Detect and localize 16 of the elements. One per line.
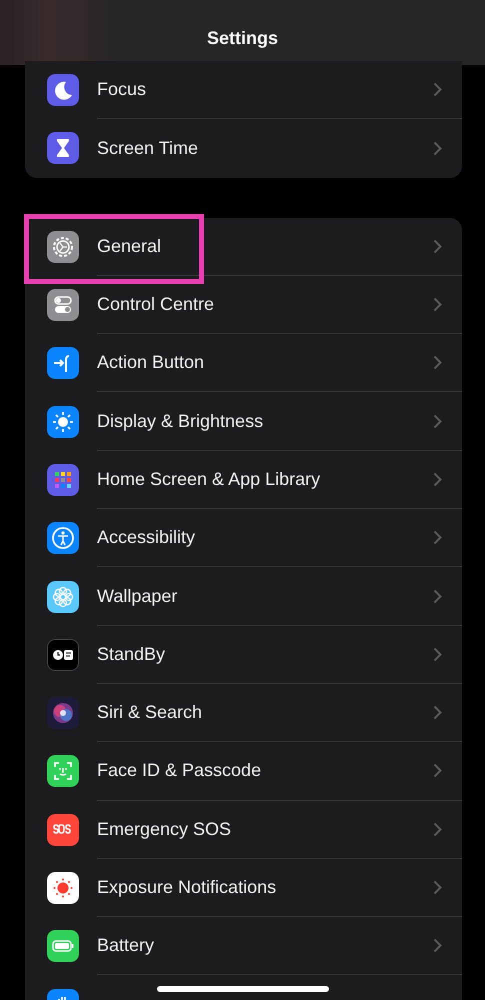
settings-item-label[interactable]: General <box>97 232 433 260</box>
settings-item-label[interactable]: Exposure Notifications <box>97 874 433 901</box>
settings-item-label[interactable]: Display & Brightness <box>97 408 433 435</box>
page-title: Settings <box>206 27 278 50</box>
settings-item-label[interactable]: Focus <box>97 76 433 104</box>
settings-item-label[interactable]: Battery <box>97 932 433 960</box>
settings-item-label[interactable]: Accessibility <box>97 524 433 552</box>
settings-item-label[interactable]: Emergency SOS <box>97 816 433 843</box>
settings-item-label[interactable]: Home Screen & App Library <box>97 466 433 493</box>
settings-item-label[interactable]: Screen Time <box>97 134 433 162</box>
settings-item-label[interactable]: Siri & Search <box>97 699 433 726</box>
settings-item-label[interactable]: Control Centre <box>97 291 433 318</box>
settings-item-label[interactable]: Face ID & Passcode <box>97 757 433 784</box>
settings-item-label[interactable]: Wallpaper <box>97 582 433 610</box>
settings-item-label[interactable]: StandBy <box>97 640 433 668</box>
settings-item-label[interactable]: Action Button <box>97 349 433 376</box>
